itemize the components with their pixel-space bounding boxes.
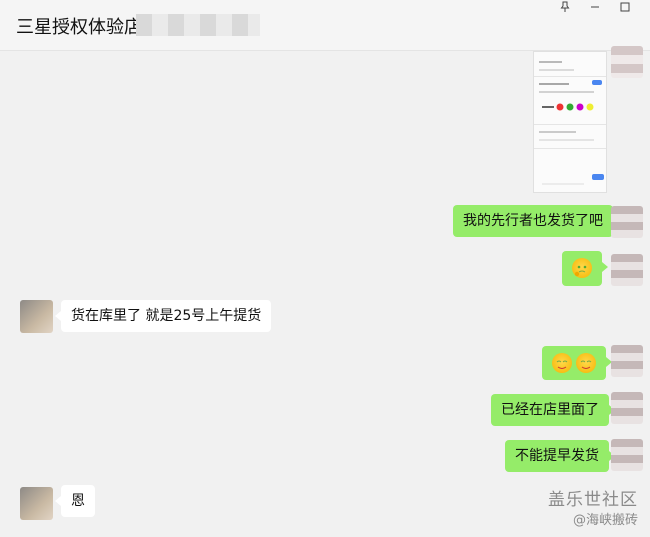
avatar[interactable] bbox=[611, 254, 643, 286]
watermark-user: @海峡搬砖 bbox=[572, 513, 638, 528]
message-text: 我的先行者也发货了吧 bbox=[463, 213, 603, 229]
message-text: 已经在店里面了 bbox=[501, 402, 599, 418]
thinking-face-icon bbox=[572, 258, 592, 278]
avatar[interactable] bbox=[611, 345, 643, 377]
message-bubble[interactable]: 不能提早发货 bbox=[505, 440, 615, 472]
message-bubble[interactable]: 恩 bbox=[55, 485, 95, 517]
smiling-face-icon bbox=[576, 353, 597, 373]
message-bubble[interactable] bbox=[542, 346, 613, 380]
avatar[interactable] bbox=[611, 46, 643, 78]
avatar[interactable] bbox=[611, 392, 643, 424]
avatar[interactable] bbox=[611, 206, 643, 238]
message-bubble[interactable]: 货在库里了 就是25号上午提货 bbox=[54, 300, 272, 332]
chat-header: 三星授权体验店 bbox=[0, 0, 650, 51]
watermark-brand: 盖乐世社区 bbox=[548, 490, 638, 510]
chat-message-list[interactable]: 我的先行者也发货了吧 货在库里了 就是25号上午提货 已经在店里面了 不能提早发… bbox=[0, 46, 650, 537]
message-bubble[interactable]: 已经在店里面了 bbox=[491, 394, 615, 426]
avatar[interactable] bbox=[20, 300, 53, 333]
message-text: 货在库里了 就是25号上午提货 bbox=[71, 308, 262, 324]
image-message[interactable] bbox=[533, 51, 607, 193]
chat-title: 三星授权体验店 bbox=[16, 17, 142, 38]
avatar[interactable] bbox=[611, 439, 643, 471]
minimize-icon[interactable] bbox=[584, 1, 606, 15]
message-text: 不能提早发货 bbox=[515, 448, 599, 464]
pin-icon[interactable] bbox=[554, 1, 576, 15]
smiling-face-icon bbox=[552, 353, 572, 373]
blurred-title-suffix bbox=[136, 14, 260, 36]
maximize-icon[interactable] bbox=[614, 1, 636, 15]
message-bubble[interactable]: 我的先行者也发货了吧 bbox=[453, 205, 619, 237]
message-bubble[interactable] bbox=[562, 251, 608, 286]
message-text: 恩 bbox=[71, 493, 85, 509]
avatar[interactable] bbox=[20, 487, 53, 520]
